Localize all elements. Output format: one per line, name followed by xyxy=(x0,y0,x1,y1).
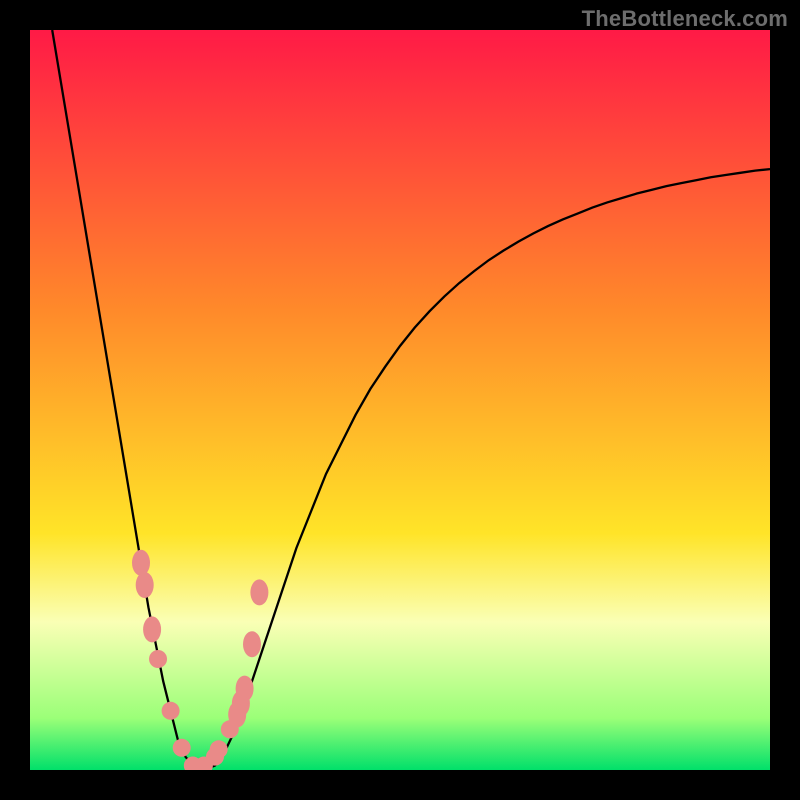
curve-marker xyxy=(236,676,254,702)
plot-area xyxy=(30,30,770,770)
watermark-text: TheBottleneck.com xyxy=(582,6,788,32)
outer-frame: TheBottleneck.com xyxy=(0,0,800,800)
gradient-background xyxy=(30,30,770,770)
curve-marker xyxy=(250,579,268,605)
chart-svg xyxy=(30,30,770,770)
curve-marker xyxy=(132,550,150,576)
curve-marker xyxy=(173,739,191,757)
curve-marker xyxy=(162,702,180,720)
curve-marker xyxy=(243,631,261,657)
curve-marker xyxy=(143,616,161,642)
curve-marker xyxy=(210,740,228,758)
curve-marker xyxy=(136,572,154,598)
curve-marker xyxy=(149,650,167,668)
